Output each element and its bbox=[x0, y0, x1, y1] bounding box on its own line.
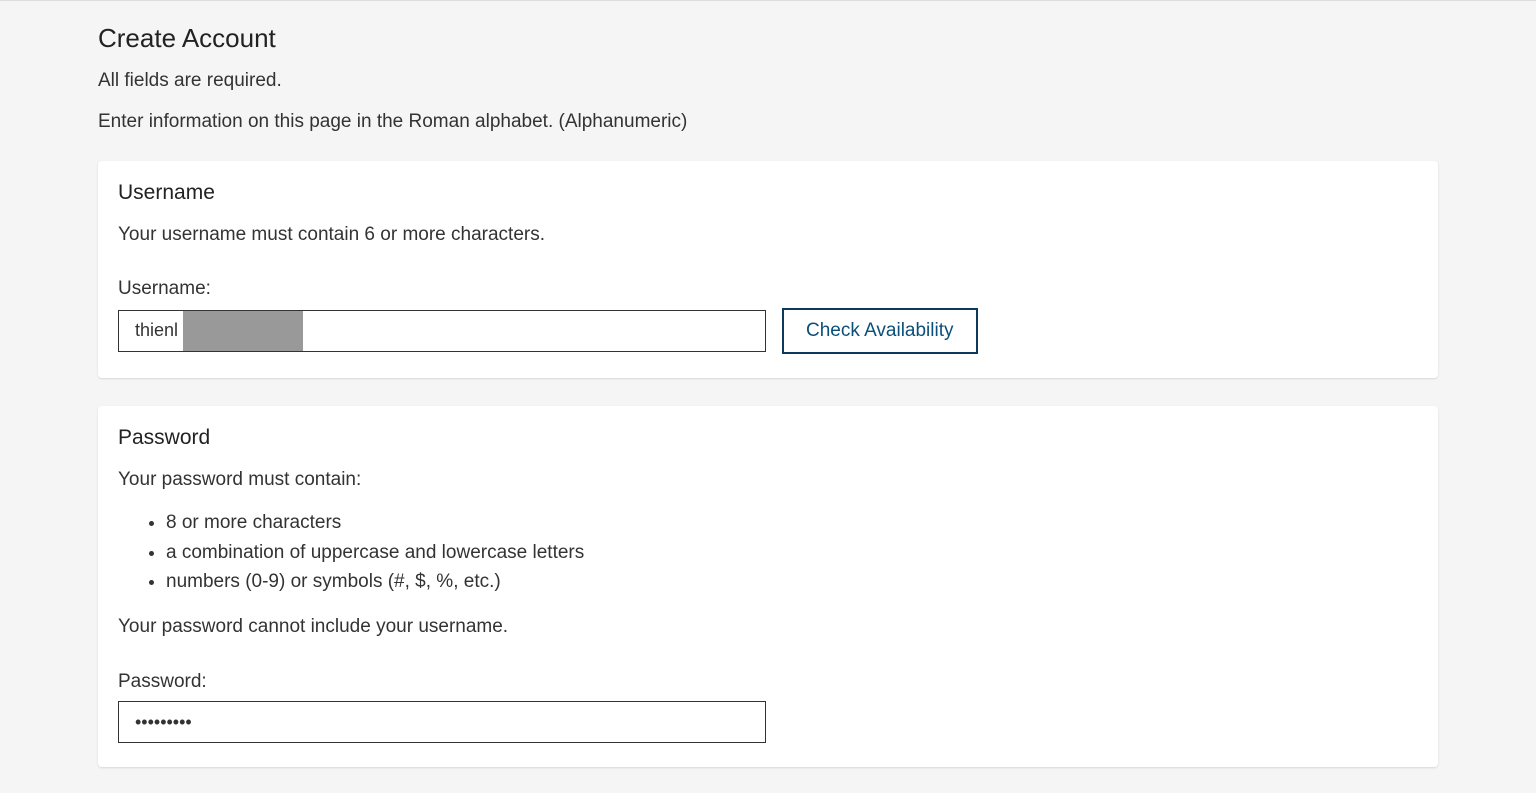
password-req-item: numbers (0-9) or symbols (#, $, %, etc.) bbox=[166, 567, 1418, 596]
password-req-item: 8 or more characters bbox=[166, 508, 1418, 537]
password-input[interactable] bbox=[118, 701, 766, 743]
password-help-intro: Your password must contain: bbox=[118, 466, 1418, 495]
username-input-wrapper bbox=[118, 310, 766, 352]
username-row: Check Availability bbox=[118, 308, 1418, 354]
intro-alphanumeric: Enter information on this page in the Ro… bbox=[98, 109, 1438, 150]
intro-all-fields: All fields are required. bbox=[98, 68, 1438, 109]
password-requirements-list: 8 or more characters a combination of up… bbox=[118, 508, 1418, 596]
username-help-text: Your username must contain 6 or more cha… bbox=[118, 221, 1418, 250]
page-title: Create Account bbox=[98, 21, 1438, 68]
password-label: Password: bbox=[118, 671, 1418, 693]
username-input[interactable] bbox=[118, 310, 766, 352]
check-availability-button[interactable]: Check Availability bbox=[782, 308, 978, 354]
password-req-item: a combination of uppercase and lowercase… bbox=[166, 538, 1418, 567]
username-label: Username: bbox=[118, 278, 1418, 300]
main-container: Create Account All fields are required. … bbox=[98, 1, 1438, 767]
username-section-title: Username bbox=[118, 181, 1418, 205]
password-section-title: Password bbox=[118, 426, 1418, 450]
password-card: Password Your password must contain: 8 o… bbox=[98, 406, 1438, 767]
username-card: Username Your username must contain 6 or… bbox=[98, 161, 1438, 378]
password-post-note: Your password cannot include your userna… bbox=[118, 613, 1418, 642]
